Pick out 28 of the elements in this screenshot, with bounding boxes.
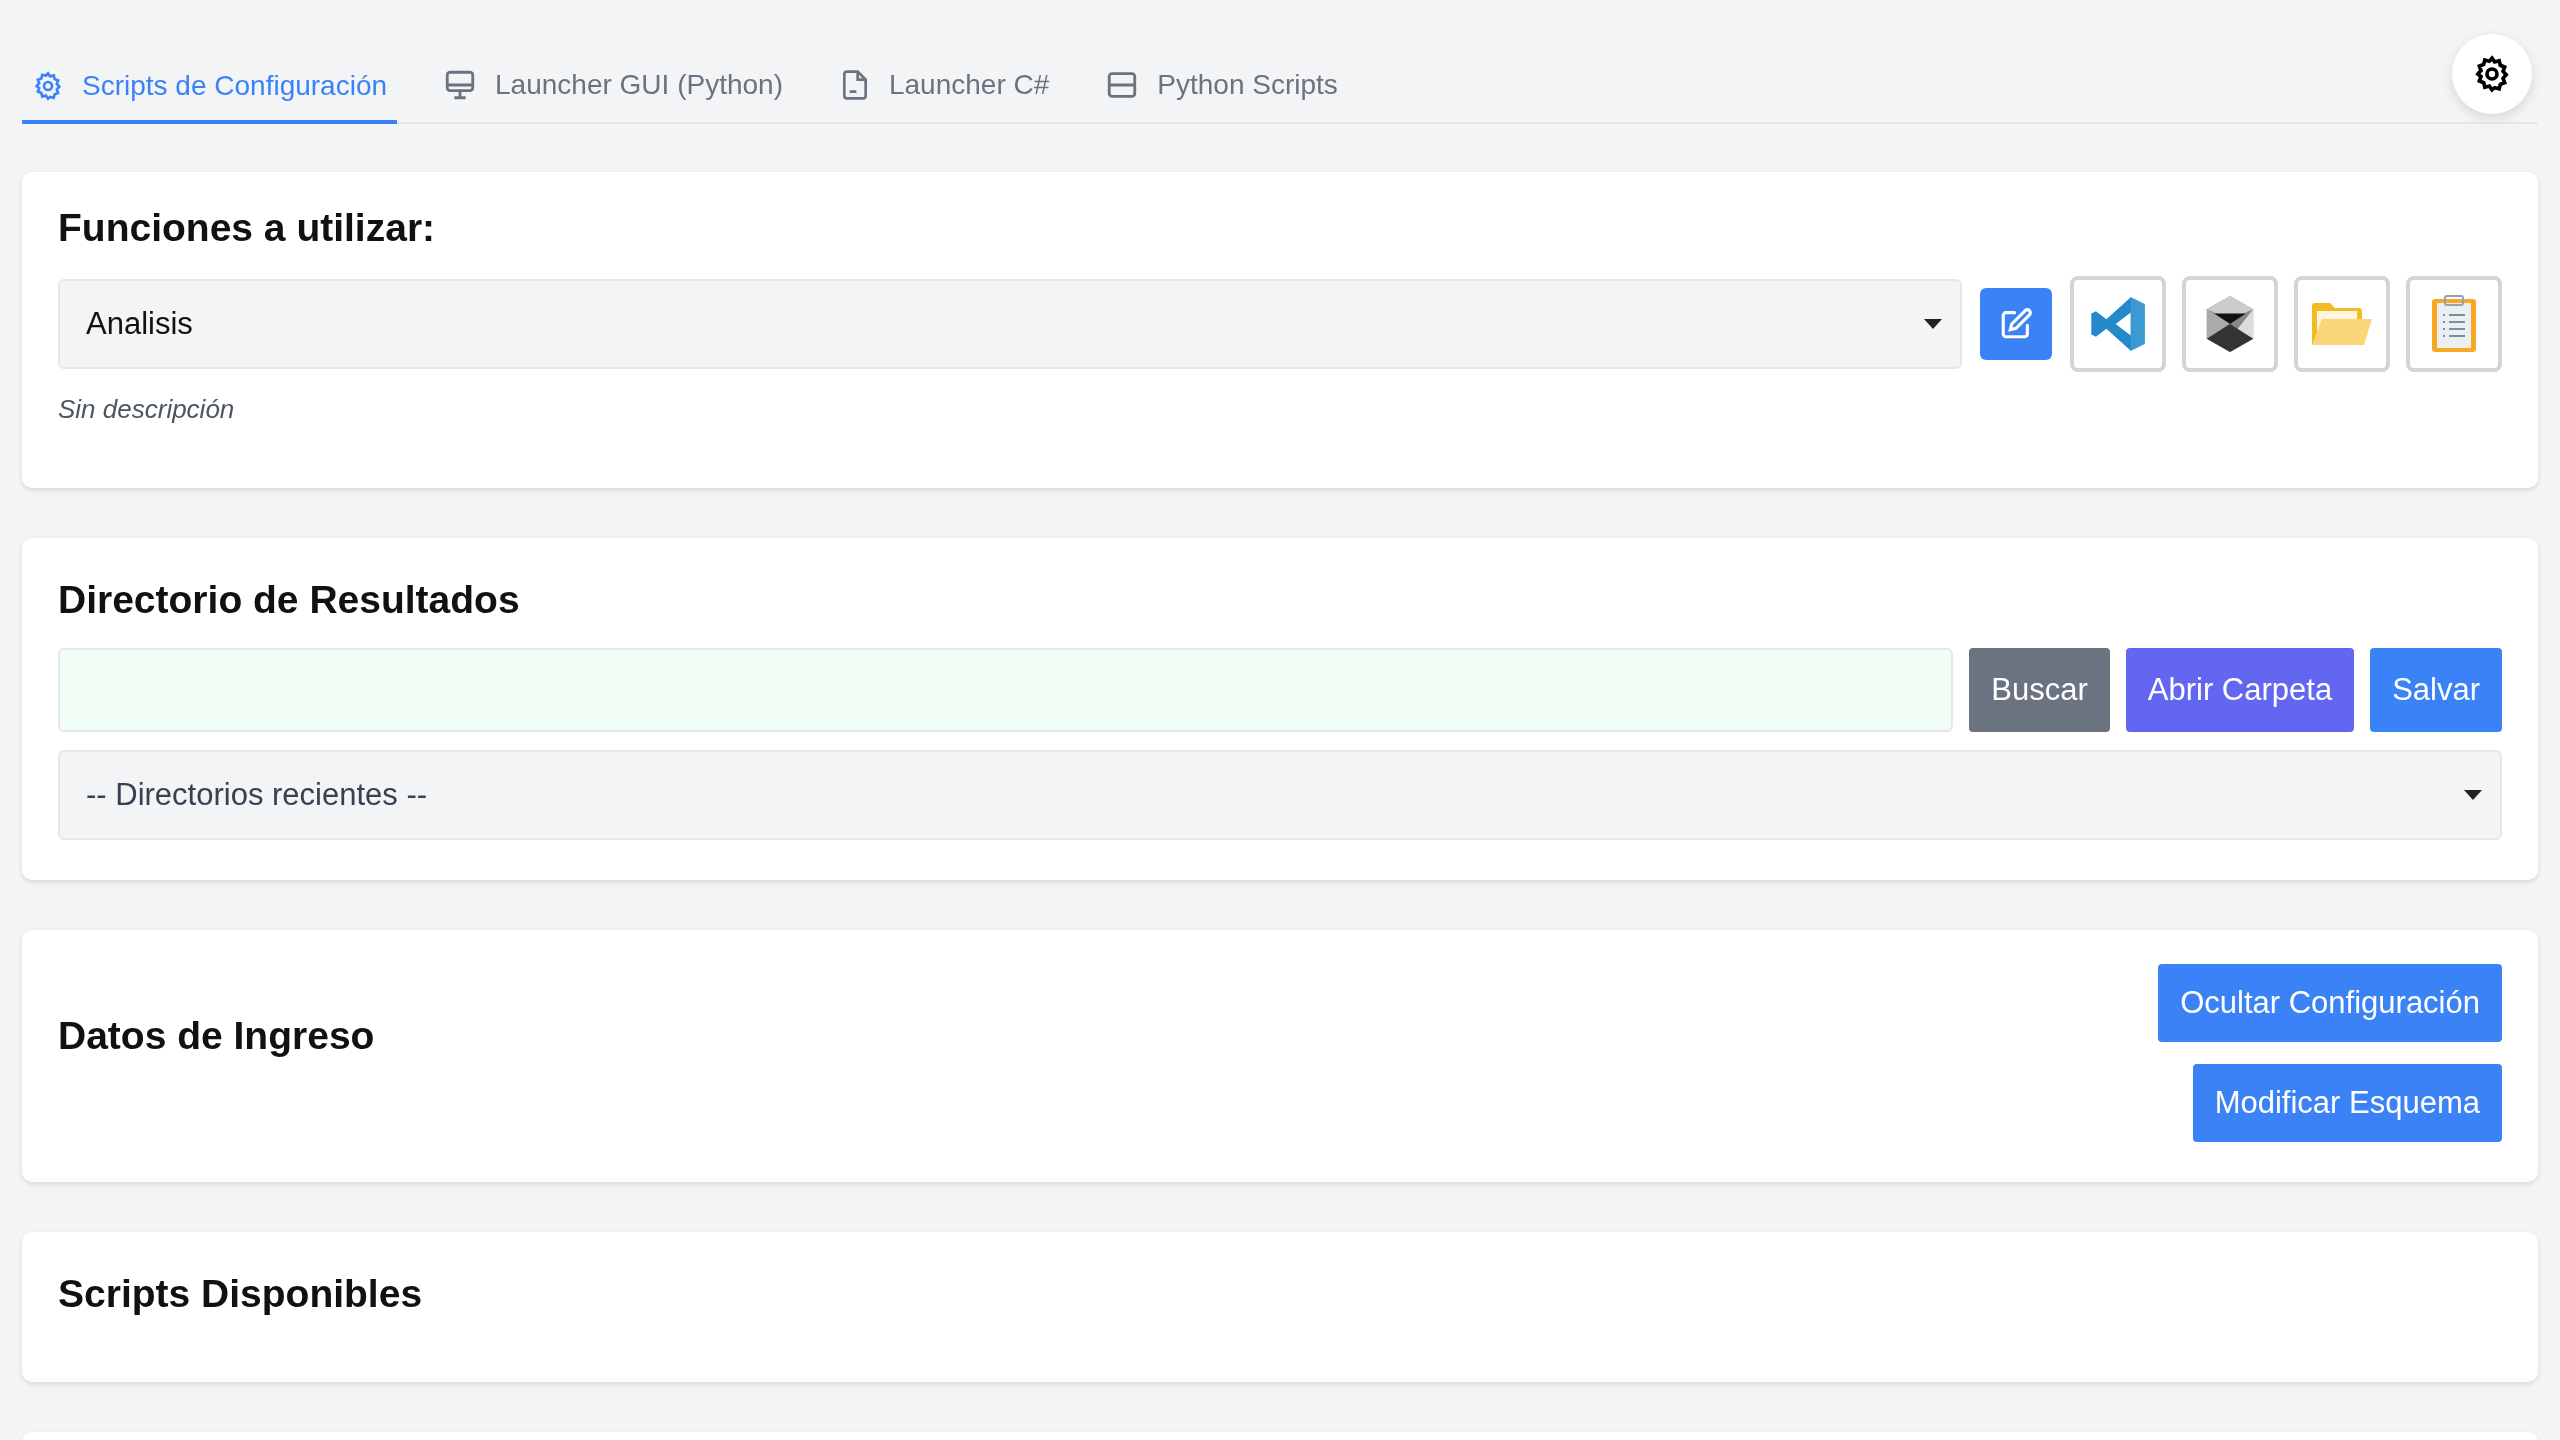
section-title: Funciones a utilizar: [58, 206, 437, 250]
folder-icon [2312, 302, 2372, 346]
gear-icon [32, 70, 64, 102]
recent-directories-select[interactable]: -- Directorios recientes -- [58, 750, 2502, 840]
action-button[interactable]: Salvar [2370, 648, 2502, 732]
tab[interactable]: Launcher C# [828, 68, 1060, 124]
action-button[interactable]: Abrir Carpeta [2125, 648, 2355, 732]
action-button[interactable]: Ocultar Configuración [2158, 964, 2502, 1042]
action-button[interactable]: Buscar [1969, 648, 2110, 732]
code-editor-icon [2089, 295, 2147, 353]
description-text: Sin descripción [58, 394, 236, 425]
edit-icon [1999, 307, 2033, 341]
clipboard-button[interactable] [2406, 276, 2502, 372]
directory-input-field[interactable] [58, 648, 1954, 732]
caret-icon [2464, 790, 2482, 800]
section-title: Datos de Ingreso [58, 1014, 375, 1058]
edit-button[interactable] [1980, 288, 2052, 360]
section-title: Directorio de Resultados [58, 578, 521, 622]
action-button[interactable]: Modificar Esquema [2192, 1064, 2502, 1142]
cube-app-button[interactable] [2182, 276, 2278, 372]
code-editor-button[interactable] [2070, 276, 2166, 372]
section-title: Scripts Disponibles [58, 1272, 424, 1316]
function-select[interactable]: Analisis [58, 279, 1962, 369]
tab[interactable]: Python Scripts [1095, 68, 1348, 124]
clipboard-icon [2431, 295, 2477, 353]
tab[interactable]: Launcher GUI (Python) [433, 68, 793, 124]
caret-icon [1924, 319, 1942, 329]
tab[interactable]: Scripts de Configuración [22, 70, 398, 124]
